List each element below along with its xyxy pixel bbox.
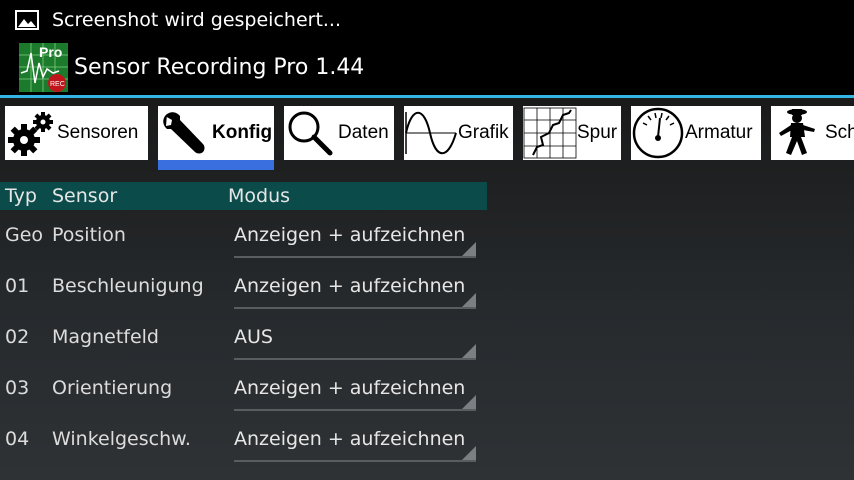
status-bar: Screenshot wird gespeichert... bbox=[0, 0, 854, 39]
tab-label-daten: Daten bbox=[338, 122, 389, 143]
tab-label-sensoren: Sensoren bbox=[57, 122, 139, 143]
dropdown-triangle-icon bbox=[462, 395, 476, 409]
modus-value: Anzeigen + aufzeichnen bbox=[234, 224, 466, 246]
tab-sensoren[interactable]: Sensoren bbox=[5, 106, 148, 160]
header-modus: Modus bbox=[228, 185, 291, 207]
row-sensor: Beschleunigung bbox=[52, 275, 204, 297]
main-content: Sensoren Konfig Daten Grafik Spur Armatu… bbox=[0, 98, 854, 480]
header-sensor: Sensor bbox=[52, 185, 118, 207]
row-sensor: Orientierung bbox=[52, 377, 173, 399]
tab-spur[interactable]: Spur bbox=[523, 106, 621, 160]
magnifier-icon bbox=[284, 108, 338, 158]
status-notification: Screenshot wird gespeichert... bbox=[52, 8, 342, 31]
tab-daten[interactable]: Daten bbox=[284, 106, 394, 160]
app-title: Sensor Recording Pro 1.44 bbox=[74, 54, 365, 80]
modus-spinner[interactable]: Anzeigen + aufzeichnen bbox=[234, 269, 476, 309]
app-icon-text: Pro bbox=[39, 44, 62, 60]
modus-value: Anzeigen + aufzeichnen bbox=[234, 428, 466, 450]
spinner-underline bbox=[234, 307, 476, 309]
app-icon-badge: REC bbox=[50, 81, 65, 88]
modus-spinner[interactable]: Anzeigen + aufzeichnen bbox=[234, 422, 476, 462]
tab-bar: Sensoren Konfig Daten Grafik Spur Armatu… bbox=[0, 106, 854, 170]
tab-sch[interactable]: Sch bbox=[771, 106, 854, 160]
tab-armatur[interactable]: Armatur bbox=[631, 106, 761, 160]
modus-value: Anzeigen + aufzeichnen bbox=[234, 377, 466, 399]
action-bar: Pro REC Sensor Recording Pro 1.44 bbox=[0, 39, 854, 95]
dropdown-triangle-icon bbox=[462, 242, 476, 256]
row-typ: 04 bbox=[5, 428, 30, 450]
dropdown-triangle-icon bbox=[462, 293, 476, 307]
modus-value: Anzeigen + aufzeichnen bbox=[234, 275, 466, 297]
tab-label-sch: Sch bbox=[825, 122, 854, 143]
header-typ: Typ bbox=[5, 185, 37, 207]
table-row: 04 Winkelgeschw. Anzeigen + aufzeichnen bbox=[0, 414, 487, 465]
image-icon bbox=[15, 9, 39, 30]
row-sensor: Magnetfeld bbox=[52, 326, 159, 348]
spinner-underline bbox=[234, 256, 476, 258]
gauge-icon bbox=[631, 107, 685, 159]
track-map-icon bbox=[523, 107, 577, 159]
modus-spinner[interactable]: Anzeigen + aufzeichnen bbox=[234, 371, 476, 411]
active-tab-indicator bbox=[158, 160, 274, 170]
modus-spinner[interactable]: AUS bbox=[234, 320, 476, 360]
row-typ: 03 bbox=[5, 377, 30, 399]
row-typ: Geo bbox=[5, 224, 44, 246]
dropdown-triangle-icon bbox=[462, 446, 476, 460]
table-row: 01 Beschleunigung Anzeigen + aufzeichnen bbox=[0, 261, 487, 312]
spinner-underline bbox=[234, 460, 476, 462]
modus-value: AUS bbox=[234, 326, 273, 348]
tab-label-grafik: Grafik bbox=[458, 122, 509, 143]
tab-label-konfig: Konfig bbox=[212, 122, 273, 143]
wrench-icon bbox=[158, 108, 212, 158]
sensor-table: Typ Sensor Modus Geo Position Anzeigen +… bbox=[0, 182, 487, 462]
row-sensor: Position bbox=[52, 224, 126, 246]
row-typ: 02 bbox=[5, 326, 30, 348]
sine-wave-icon bbox=[404, 108, 458, 158]
tab-label-spur: Spur bbox=[577, 122, 618, 143]
spinner-underline bbox=[234, 409, 476, 411]
table-row: Geo Position Anzeigen + aufzeichnen bbox=[0, 210, 487, 261]
table-row: 02 Magnetfeld AUS bbox=[0, 312, 487, 363]
tab-konfig[interactable]: Konfig bbox=[158, 106, 274, 160]
walking-man-icon bbox=[771, 107, 825, 159]
row-typ: 01 bbox=[5, 275, 30, 297]
modus-spinner[interactable]: Anzeigen + aufzeichnen bbox=[234, 218, 476, 258]
app-logo-icon[interactable]: Pro REC bbox=[19, 42, 68, 92]
gears-icon bbox=[5, 108, 57, 158]
tab-label-armatur: Armatur bbox=[685, 122, 753, 143]
table-row: 03 Orientierung Anzeigen + aufzeichnen bbox=[0, 363, 487, 414]
dropdown-triangle-icon bbox=[462, 344, 476, 358]
spinner-underline bbox=[234, 358, 476, 360]
row-sensor: Winkelgeschw. bbox=[52, 428, 191, 450]
tab-grafik[interactable]: Grafik bbox=[404, 106, 513, 160]
table-header: Typ Sensor Modus bbox=[0, 182, 487, 210]
